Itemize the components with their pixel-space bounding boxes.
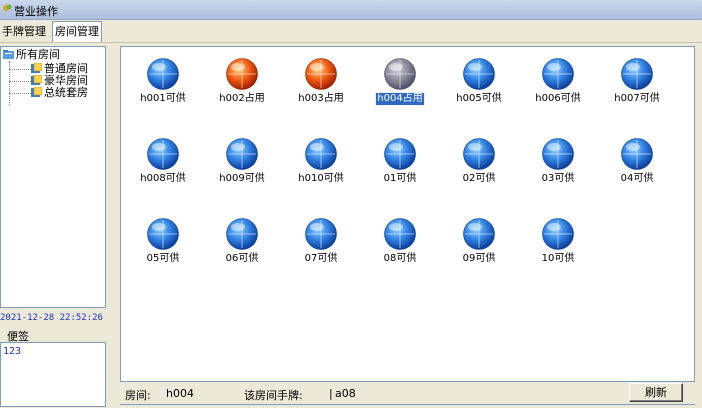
room-icon: [31, 75, 42, 85]
room-label: 房间:: [125, 389, 151, 402]
room-icon: [31, 87, 42, 97]
room-ball-icon: [542, 218, 574, 250]
room-tile[interactable]: h005可供: [449, 57, 509, 113]
room-tile[interactable]: h010可供: [291, 137, 351, 193]
room-ball-icon: [463, 58, 495, 90]
room-label: h007可供: [614, 93, 660, 104]
app-icon: [3, 4, 12, 11]
room-label: 02可供: [462, 173, 496, 184]
room-label: 08可供: [383, 253, 417, 264]
room-ball-icon: [226, 58, 258, 90]
refresh-button[interactable]: 刷新: [629, 383, 683, 402]
room-tile[interactable]: 09可供: [449, 217, 509, 273]
card-value: a08: [335, 387, 356, 400]
room-tile[interactable]: 05可供: [133, 217, 193, 273]
room-tile[interactable]: 01可供: [370, 137, 430, 193]
tree-root-all-rooms[interactable]: 所有房间: [3, 49, 60, 61]
tree-line: [9, 69, 31, 70]
room-tile[interactable]: 08可供: [370, 217, 430, 273]
room-tile[interactable]: 07可供: [291, 217, 351, 273]
room-label: h005可供: [456, 93, 502, 104]
tab-room-management[interactable]: 房间管理: [52, 21, 102, 42]
room-tile[interactable]: 02可供: [449, 137, 509, 193]
room-ball-icon: [305, 138, 337, 170]
window-title: 营业操作: [14, 5, 58, 18]
room-label: 03可供: [541, 173, 575, 184]
room-tile[interactable]: h008可供: [133, 137, 193, 193]
room-tile[interactable]: h001可供: [133, 57, 193, 113]
room-ball-icon: [305, 58, 337, 90]
room-ball-icon: [147, 58, 179, 90]
room-label: 07可供: [304, 253, 338, 264]
room-ball-icon: [147, 218, 179, 250]
room-tile[interactable]: h006可供: [528, 57, 588, 113]
room-tile[interactable]: 10可供: [528, 217, 588, 273]
room-label: h003占用: [298, 93, 344, 104]
room-tile[interactable]: 04可供: [607, 137, 667, 193]
room-label: 10可供: [541, 253, 575, 264]
room-ball-icon: [226, 218, 258, 250]
note-textarea[interactable]: 123: [0, 342, 106, 407]
tab-strip: 手牌管理 房间管理: [0, 20, 702, 43]
current-datetime: 2021-12-28 22:52:26: [0, 313, 103, 323]
bottom-border: [120, 404, 695, 408]
room-tile[interactable]: h009可供: [212, 137, 272, 193]
room-label: 05可供: [146, 253, 180, 264]
room-label: h006可供: [535, 93, 581, 104]
room-tile[interactable]: h004占用: [370, 57, 430, 113]
room-label: 04可供: [620, 173, 654, 184]
tree-line: [9, 61, 10, 105]
room-grid-panel: h001可供 h002占用 h003占用 h004占用 h005可供 h006可供 h007…: [120, 46, 695, 382]
room-tile[interactable]: 06可供: [212, 217, 272, 273]
room-label: 09可供: [462, 253, 496, 264]
room-icon: [31, 63, 42, 73]
tab-card-management[interactable]: 手牌管理: [0, 23, 48, 41]
room-type-tree: 所有房间 普通房间 豪华房间 总统套房: [0, 46, 106, 308]
room-tile[interactable]: h007可供: [607, 57, 667, 113]
room-ball-icon: [463, 138, 495, 170]
room-label: 06可供: [225, 253, 259, 264]
tree-item-presidential-suite[interactable]: 总统套房: [31, 87, 88, 99]
room-ball-icon: [226, 138, 258, 170]
room-tile[interactable]: 03可供: [528, 137, 588, 193]
room-ball-icon: [542, 138, 574, 170]
card-label: 该房间手牌:: [244, 389, 303, 402]
room-ball-icon: [384, 58, 416, 90]
room-value: h004: [166, 387, 194, 400]
room-label: h001可供: [140, 93, 186, 104]
note-group: 便签 123: [0, 328, 106, 407]
tree-line: [9, 81, 31, 82]
room-ball-icon: [305, 218, 337, 250]
room-ball-icon: [621, 138, 653, 170]
room-label: 01可供: [383, 173, 417, 184]
room-ball-icon: [542, 58, 574, 90]
room-label: h010可供: [298, 173, 344, 184]
card-value-separator: |: [329, 387, 333, 400]
room-label: h002占用: [219, 93, 265, 104]
room-label: h004占用: [375, 92, 425, 106]
room-tile[interactable]: h002占用: [212, 57, 272, 113]
title-bar: 营业操作: [0, 0, 702, 20]
folder-icon: [3, 50, 14, 59]
room-tile[interactable]: h003占用: [291, 57, 351, 113]
room-ball-icon: [384, 138, 416, 170]
room-ball-icon: [384, 218, 416, 250]
room-ball-icon: [147, 138, 179, 170]
room-label: h008可供: [140, 173, 186, 184]
room-ball-icon: [621, 58, 653, 90]
room-ball-icon: [463, 218, 495, 250]
tree-line: [9, 93, 31, 94]
room-label: h009可供: [219, 173, 265, 184]
